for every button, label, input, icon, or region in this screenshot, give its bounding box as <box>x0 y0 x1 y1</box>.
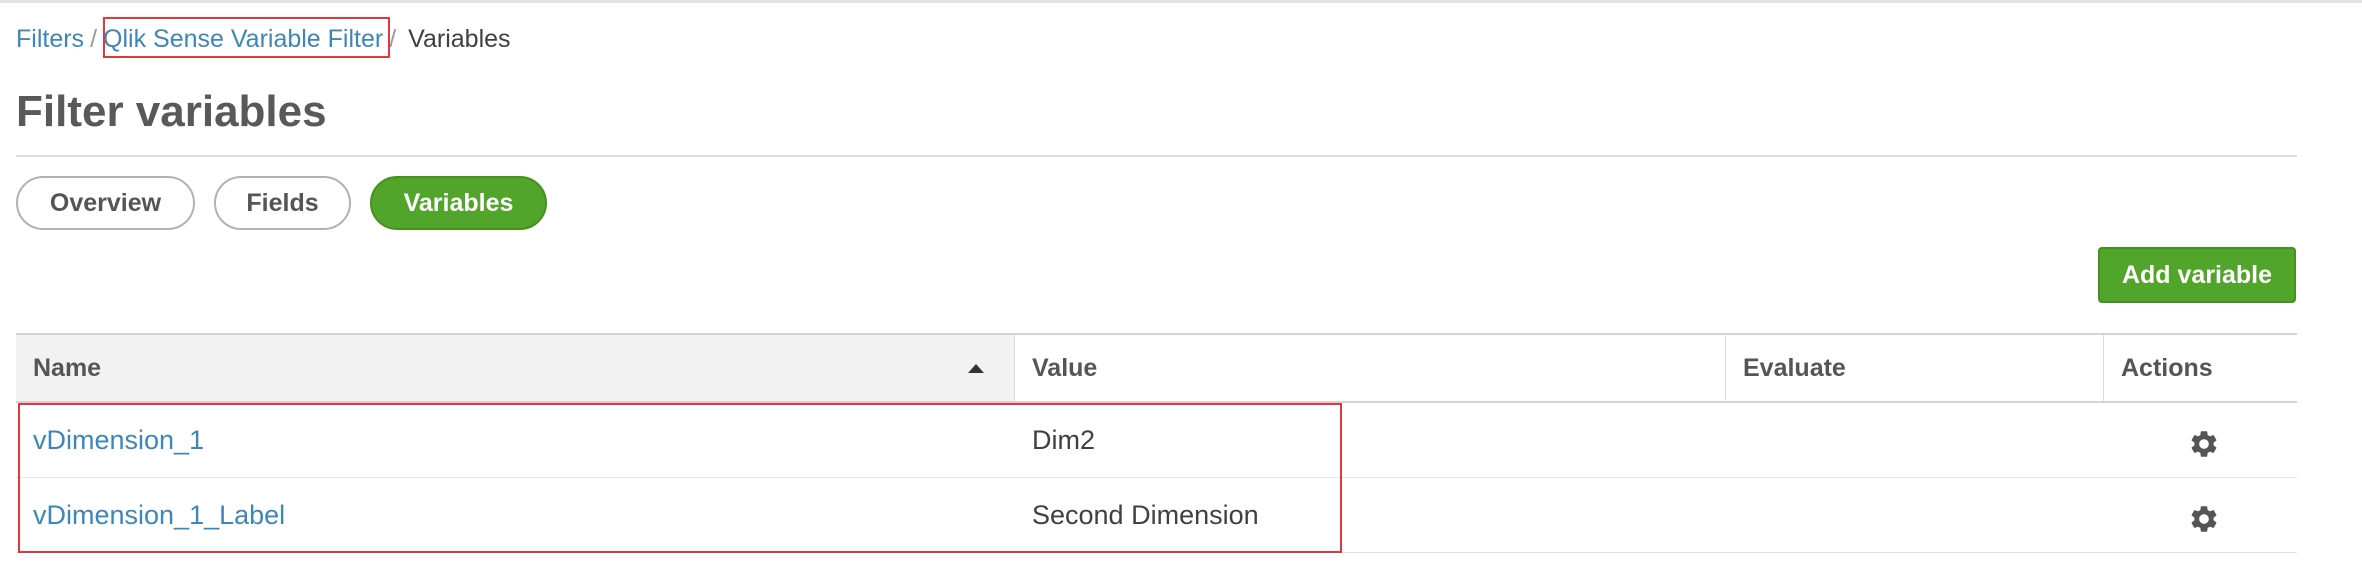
table-row: vDimension_1 Dim2 <box>16 403 2297 478</box>
breadcrumb-current: Variables <box>408 24 511 53</box>
column-header-value: Value <box>1015 335 1726 401</box>
sort-ascending-icon <box>968 364 984 373</box>
breadcrumb: Filters / Qlik Sense Variable Filter / V… <box>16 19 511 59</box>
gear-icon[interactable] <box>2188 428 2220 460</box>
tab-overview[interactable]: Overview <box>16 176 195 230</box>
variable-value: Second Dimension <box>1032 499 1259 530</box>
breadcrumb-separator: / <box>389 24 397 53</box>
breadcrumb-link-filters[interactable]: Filters <box>16 25 84 54</box>
top-border <box>0 0 2362 3</box>
column-header-name[interactable]: Name <box>16 335 1015 401</box>
breadcrumb-separator: / <box>90 24 98 53</box>
row-actions <box>2184 403 2224 477</box>
variable-name-link[interactable]: vDimension_1_Label <box>33 478 285 552</box>
row-actions <box>2184 478 2224 552</box>
column-header-evaluate: Evaluate <box>1726 335 2104 401</box>
page-title: Filter variables <box>16 87 327 136</box>
gear-icon[interactable] <box>2188 503 2220 535</box>
variable-name-link[interactable]: vDimension_1 <box>33 403 204 477</box>
column-header-name-label: Name <box>33 353 102 382</box>
tab-variables[interactable]: Variables <box>370 176 547 230</box>
variables-table: Name Value Evaluate Actions vDimension_1… <box>16 333 2297 553</box>
title-divider <box>16 155 2297 157</box>
table-row: vDimension_1_Label Second Dimension <box>16 478 2297 553</box>
column-header-actions: Actions <box>2121 353 2213 382</box>
tab-fields[interactable]: Fields <box>214 176 351 230</box>
table-body: vDimension_1 Dim2 vDimension_1_Label Sec… <box>16 403 2297 553</box>
variable-value: Dim2 <box>1032 424 1096 455</box>
table-header: Name Value Evaluate Actions <box>16 333 2297 403</box>
add-variable-button[interactable]: Add variable <box>2098 247 2296 303</box>
breadcrumb-link-filter[interactable]: Qlik Sense Variable Filter <box>103 25 383 54</box>
